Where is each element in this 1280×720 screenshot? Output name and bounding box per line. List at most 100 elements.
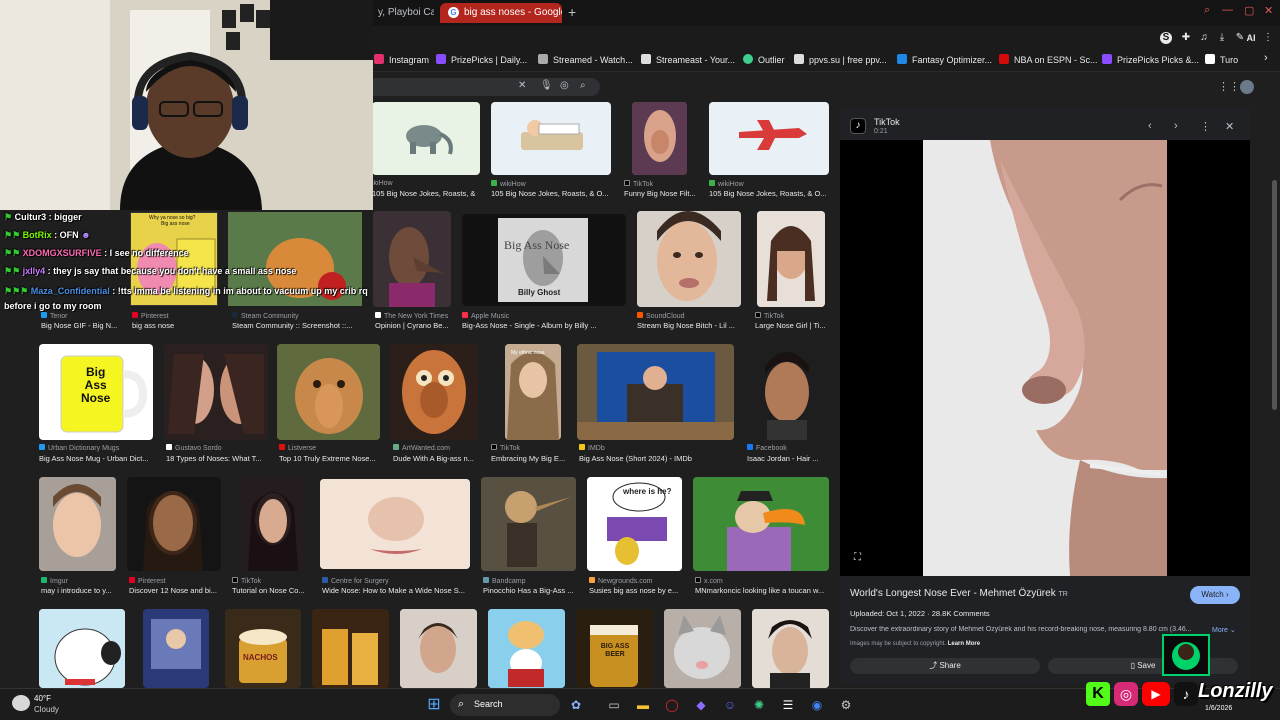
minimize-icon[interactable]: — [1222, 4, 1233, 16]
task-view-icon[interactable]: ▭ [606, 697, 622, 713]
taskbar-search[interactable]: ⌕ Search [450, 694, 560, 716]
media-icon[interactable]: ♫ [1198, 32, 1210, 44]
weather-desc[interactable]: Cloudy [34, 705, 59, 714]
bookmark-prizepicks[interactable]: PrizePicks | Daily... [436, 54, 527, 65]
extension-s-icon[interactable]: S [1160, 32, 1172, 44]
result-source: Listverse [279, 444, 383, 452]
bookmark-fantasy[interactable]: Fantasy Optimizer... [897, 54, 992, 65]
weather-temp[interactable]: 40°F [34, 694, 51, 703]
search-tabs-icon[interactable]: ⌕ [1204, 4, 1210, 17]
watch-button[interactable]: Watch › [1190, 586, 1240, 604]
result-image[interactable] [693, 477, 829, 571]
search-input[interactable]: ✕ 🎙 ◎ ⌕ [372, 78, 600, 96]
outlier-icon [743, 54, 753, 64]
share-button[interactable]: ⤴ Share [850, 658, 1040, 674]
prev-result-icon[interactable]: ‹ [1148, 120, 1152, 132]
album-artist: Billy Ghost [518, 288, 561, 297]
bookmark-instagram[interactable]: Instagram [374, 54, 429, 65]
result-image[interactable] [400, 609, 477, 688]
result-image[interactable] [143, 609, 209, 688]
result-image[interactable] [39, 477, 116, 571]
copilot-icon[interactable]: ✿ [568, 697, 584, 713]
clear-icon[interactable]: ✕ [518, 80, 526, 91]
result-image[interactable] [390, 344, 478, 440]
result-image[interactable] [488, 609, 565, 688]
lens-search-icon[interactable]: ⛶ [854, 552, 861, 563]
avatar[interactable] [1240, 80, 1254, 94]
lens-icon[interactable]: ◎ [560, 80, 569, 91]
tab-playboi-carti[interactable]: y, Playboi Carti [370, 3, 434, 23]
result-image[interactable]: NACHOS [225, 609, 301, 688]
result-image[interactable] [664, 609, 741, 688]
result-image[interactable] [277, 344, 380, 440]
result-image[interactable] [491, 102, 611, 175]
result-image[interactable] [709, 102, 829, 175]
result-image[interactable] [752, 609, 829, 688]
panel-source[interactable]: TikTok [874, 117, 900, 127]
app-icon[interactable]: ◆ [693, 697, 709, 713]
result-image[interactable] [372, 102, 480, 175]
result-title[interactable]: World's Longest Nose Ever - Mehmet Özyür… [850, 588, 1068, 599]
ai-button[interactable]: AI [1244, 32, 1258, 44]
bookmark-turo[interactable]: Turo [1205, 54, 1238, 65]
bookmark-nba-espn[interactable]: NBA on ESPN - Sc... [999, 54, 1098, 65]
result-image[interactable] [757, 211, 825, 307]
result-image[interactable]: Big Ass Nose [39, 344, 153, 440]
bookmark-outlier[interactable]: Outlier [743, 54, 785, 65]
badge-icon: ⚑⚑ [4, 248, 23, 258]
download-icon[interactable]: ⤓ [1216, 32, 1228, 44]
result-image[interactable] [127, 477, 221, 571]
result-image[interactable] [242, 477, 304, 571]
settings-icon[interactable]: ⚙ [838, 697, 854, 713]
close-panel-icon[interactable]: ✕ [1225, 120, 1234, 133]
result-image[interactable] [745, 344, 829, 440]
discord-icon[interactable]: ☺ [722, 697, 738, 713]
result-image[interactable]: My ethnic nose [505, 344, 561, 440]
preview-image[interactable]: ⛶ [840, 140, 1250, 576]
bookmark-streamed[interactable]: Streamed - Watch... [538, 54, 633, 65]
apps-grid-icon[interactable]: ⋮⋮ [1218, 80, 1240, 93]
windows-start-icon[interactable]: ⊞ [426, 697, 442, 713]
more-options-icon[interactable]: ⋮ [1200, 120, 1211, 133]
taskbar-date[interactable]: 1/6/2026 [1205, 705, 1232, 712]
app-icon[interactable]: ☰ [780, 697, 796, 713]
next-result-icon[interactable]: › [1174, 120, 1178, 132]
more-bookmarks-icon[interactable]: › [1264, 52, 1268, 64]
result-image[interactable] [164, 344, 268, 440]
result-image[interactable]: BIG ASS BEER [576, 609, 653, 688]
close-window-icon[interactable]: ✕ [1264, 4, 1273, 17]
learn-more-link[interactable]: Learn More [948, 641, 980, 647]
tab-google-search[interactable]: Gbig ass noses - Google Se [440, 3, 562, 23]
result-image[interactable] [320, 479, 470, 569]
result-image[interactable] [373, 211, 451, 307]
maximize-icon[interactable]: ▢ [1244, 4, 1254, 17]
search-icon: ⌕ [458, 698, 465, 710]
result-image[interactable]: where is he? [587, 477, 682, 571]
bookmark-prizepicks-picks[interactable]: PrizePicks Picks &... [1102, 54, 1199, 65]
menu-icon[interactable]: ⋮ [1262, 32, 1274, 44]
mic-icon[interactable]: 🎙 [540, 80, 553, 91]
puzzle-icon[interactable]: ✚ [1180, 32, 1192, 44]
result-image[interactable] [39, 609, 125, 688]
result-image[interactable] [637, 211, 741, 307]
result-image[interactable] [312, 609, 389, 688]
result-caption: Big Ass Nose Mug - Urban Dict... [39, 454, 149, 463]
chatgpt-icon[interactable]: ✺ [751, 697, 767, 713]
search-icon[interactable]: ⌕ [580, 80, 586, 91]
bookmark-streameast[interactable]: Streameast - Your... [641, 54, 735, 65]
result-description: Discover the extraordinary story of Mehm… [850, 626, 1192, 633]
bookmark-ppvs[interactable]: ppvs.su | free ppv... [794, 54, 887, 65]
chrome-icon[interactable]: ◉ [809, 697, 825, 713]
result-image[interactable] [632, 102, 687, 175]
result-image[interactable] [481, 477, 576, 571]
mug-text: Big Ass Nose [81, 365, 111, 405]
opera-icon[interactable]: ◯ [664, 697, 680, 713]
file-explorer-icon[interactable]: ▬ [635, 697, 651, 713]
result-caption: Susies big ass nose by e... [589, 586, 679, 595]
more-link[interactable]: More ⌄ [1212, 626, 1236, 634]
new-tab-button[interactable]: + [568, 4, 576, 20]
scrollbar[interactable] [1272, 180, 1277, 410]
result-image[interactable]: Big Ass Nose Billy Ghost [462, 214, 626, 306]
result-source: IMDb [579, 444, 736, 452]
result-image[interactable] [577, 344, 734, 440]
